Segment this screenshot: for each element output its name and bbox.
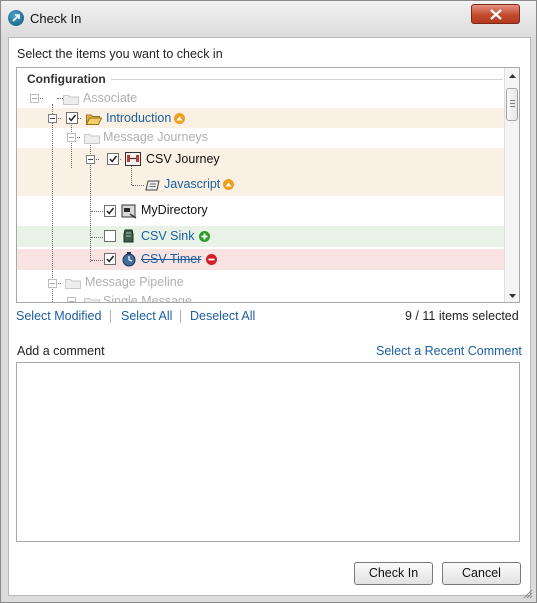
tree-line	[91, 260, 105, 261]
folder-icon	[63, 95, 79, 105]
selection-count: 9 / 11 items selected	[405, 309, 519, 323]
separator	[180, 310, 181, 323]
tree-line	[91, 237, 105, 238]
title-bar[interactable]: Check In	[1, 1, 536, 35]
item-tree: Configuration Associate Introduction Mes…	[16, 67, 520, 303]
separator	[110, 310, 111, 323]
checkbox-mydirectory[interactable]	[104, 205, 116, 217]
close-button[interactable]	[471, 4, 520, 24]
tree-viewport: Configuration Associate Introduction Mes…	[17, 68, 504, 302]
collapse-toggle[interactable]	[30, 94, 39, 103]
window-title: Check In	[30, 11, 82, 26]
collapse-toggle[interactable]	[86, 155, 95, 164]
close-x-icon	[490, 9, 502, 20]
sink-icon	[123, 229, 134, 243]
collapse-toggle[interactable]	[48, 114, 57, 123]
tree-item-introduction[interactable]: Introduction	[106, 111, 171, 125]
cancel-button[interactable]: Cancel	[442, 562, 521, 585]
open-folder-icon	[86, 114, 102, 125]
tree-item-csv-sink[interactable]: CSV Sink	[141, 229, 195, 243]
tree-item-associate[interactable]: Associate	[83, 91, 137, 105]
instructions-text: Select the items you want to check in	[17, 47, 223, 61]
tree-item-mydirectory[interactable]: MyDirectory	[141, 203, 208, 217]
timer-icon	[122, 252, 136, 267]
collapse-toggle[interactable]	[48, 279, 57, 288]
script-icon	[145, 180, 160, 191]
folder-icon	[65, 279, 81, 289]
journey-icon	[125, 152, 141, 166]
select-all-link[interactable]: Select All	[121, 309, 172, 323]
tree-item-message-journeys[interactable]: Message Journeys	[103, 130, 208, 144]
folder-icon	[84, 298, 100, 302]
tree-item-csv-journey[interactable]: CSV Journey	[146, 152, 220, 166]
tree-line	[52, 104, 53, 302]
modified-status-icon	[223, 179, 234, 190]
checkbox-csv-timer[interactable]	[104, 253, 116, 265]
section-title: Configuration	[27, 72, 106, 86]
tree-line	[132, 185, 144, 186]
tree-line	[71, 123, 72, 168]
collapse-toggle[interactable]	[67, 133, 76, 142]
checkbox-csv-journey[interactable]	[107, 153, 119, 165]
tree-item-single-message[interactable]: Single Message	[103, 294, 192, 302]
tree-line	[131, 164, 132, 185]
folder-icon	[84, 134, 100, 144]
checkin-app-icon	[8, 10, 24, 26]
tree-scrollbar[interactable]	[504, 68, 519, 302]
deleted-status-icon	[206, 254, 217, 265]
comment-input[interactable]	[16, 362, 520, 542]
tree-item-message-pipeline[interactable]: Message Pipeline	[85, 275, 184, 289]
added-status-icon	[199, 231, 210, 242]
tree-item-javascript[interactable]: Javascript	[164, 177, 220, 191]
comment-label: Add a comment	[17, 344, 105, 358]
deselect-all-link[interactable]: Deselect All	[190, 309, 255, 323]
scroll-up-arrow-icon[interactable]	[507, 72, 518, 81]
collapse-toggle[interactable]	[67, 297, 76, 302]
section-divider	[111, 79, 503, 80]
resize-grip-icon[interactable]	[521, 587, 533, 599]
select-modified-link[interactable]: Select Modified	[16, 309, 101, 323]
scroll-thumb[interactable]	[506, 88, 518, 121]
select-recent-comment-link[interactable]: Select a Recent Comment	[376, 344, 522, 358]
tree-line	[91, 211, 105, 212]
checkbox-csv-sink[interactable]	[104, 230, 116, 242]
modified-status-icon	[174, 113, 185, 124]
tree-item-csv-timer[interactable]: CSV Timer	[141, 252, 201, 266]
scroll-down-arrow-icon[interactable]	[507, 292, 518, 301]
directory-icon	[121, 204, 137, 219]
checkbox-introduction[interactable]	[66, 112, 78, 124]
check-in-button[interactable]: Check In	[354, 562, 433, 585]
